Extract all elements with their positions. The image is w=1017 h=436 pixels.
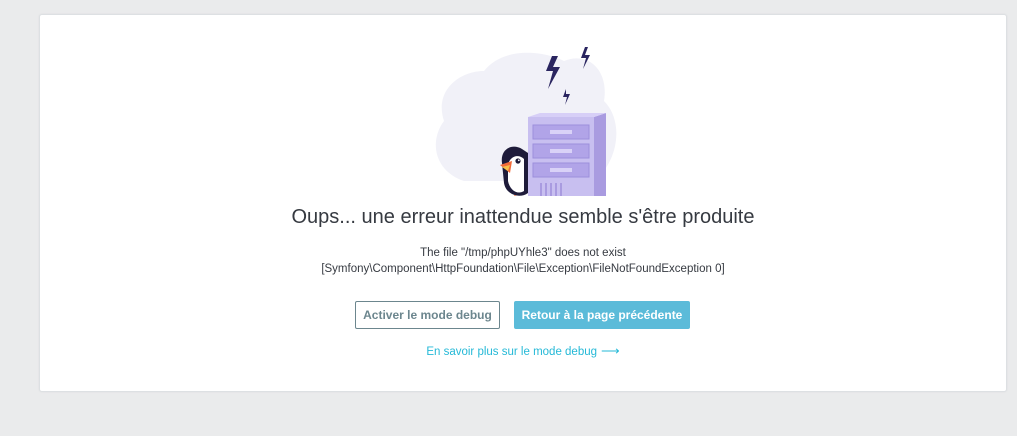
- server-side: [594, 113, 606, 196]
- enable-debug-button[interactable]: Activer le mode debug: [355, 301, 500, 329]
- arrow-right-icon: ⟶: [601, 343, 620, 358]
- error-message: The file "/tmp/phpUYhle3" does not exist…: [40, 245, 1006, 277]
- error-title: Oups... une erreur inattendue semble s'ê…: [291, 206, 755, 228]
- back-button[interactable]: Retour à la page précédente: [514, 301, 690, 329]
- server-top: [528, 113, 606, 117]
- error-message-line: The file "/tmp/phpUYhle3" does not exist: [420, 247, 626, 259]
- error-card: Oups... une erreur inattendue semble s'ê…: [39, 14, 1007, 392]
- learn-more-label[interactable]: En savoir plus sur le mode debug: [426, 346, 597, 358]
- error-exception-line: [Symfony\Component\HttpFoundation\File\E…: [321, 263, 725, 275]
- puffin-mascot-icon: [500, 146, 528, 196]
- server-error-illustration: [435, 47, 617, 196]
- learn-more-debug-link[interactable]: En savoir plus sur le mode debug ⟶: [40, 343, 1006, 359]
